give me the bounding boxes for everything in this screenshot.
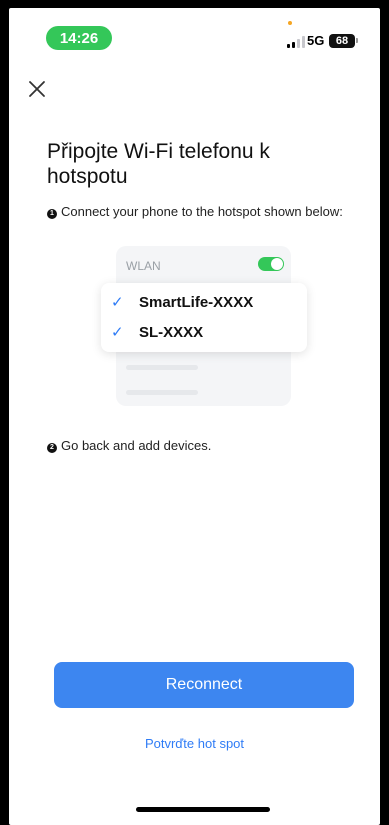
step-2: 2 Go back and add devices. bbox=[47, 438, 347, 453]
close-icon[interactable] bbox=[26, 78, 48, 100]
battery-icon: 68 bbox=[329, 34, 355, 48]
step-2-bullet: 2 bbox=[47, 443, 57, 453]
hotspot-item-smartlife: ✓ SmartLife-XXXX bbox=[111, 293, 254, 312]
page-title: Připojte Wi-Fi telefonu k hotspotu bbox=[47, 140, 270, 188]
status-time: 14:26 bbox=[46, 26, 112, 50]
home-indicator[interactable] bbox=[136, 807, 270, 812]
privacy-indicator-dot bbox=[288, 21, 292, 25]
wlan-toggle-icon bbox=[258, 257, 284, 271]
step-1-bullet: 1 bbox=[47, 209, 57, 219]
wlan-label: WLAN bbox=[126, 259, 161, 273]
battery-tip bbox=[356, 38, 358, 43]
reconnect-button[interactable]: Reconnect bbox=[54, 662, 354, 708]
network-type: 5G bbox=[307, 33, 325, 48]
hotspot-name: SmartLife-XXXX bbox=[139, 293, 254, 311]
step-1: 1 Connect your phone to the hotspot shown… bbox=[47, 204, 347, 219]
hotspot-name: SL-XXXX bbox=[139, 323, 204, 341]
checkmark-icon: ✓ bbox=[111, 294, 124, 311]
app-screen: 14:26 5G 68 Připojte Wi-Fi telefonu k ho… bbox=[9, 8, 380, 825]
confirm-hotspot-link[interactable]: Potvrďte hot spot bbox=[9, 736, 380, 751]
hotspot-item-sl: ✓ SL-XXXX bbox=[111, 323, 204, 342]
hotspot-list-popup: ✓ SmartLife-XXXX ✓ SL-XXXX bbox=[101, 283, 307, 352]
checkmark-icon: ✓ bbox=[111, 324, 124, 341]
placeholder-line bbox=[126, 365, 198, 370]
step-1-text: Connect your phone to the hotspot shown … bbox=[61, 204, 343, 219]
signal-icon bbox=[287, 36, 305, 48]
placeholder-line bbox=[126, 390, 198, 395]
step-2-text: Go back and add devices. bbox=[61, 438, 212, 453]
